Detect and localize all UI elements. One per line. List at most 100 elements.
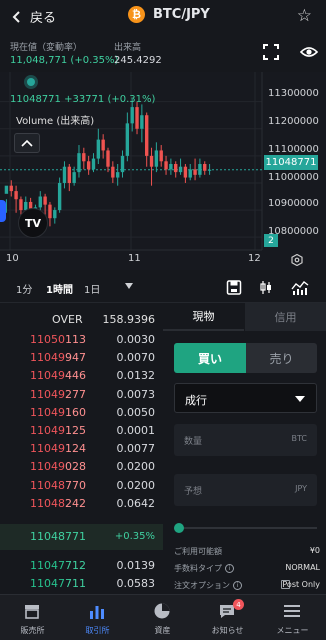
candle-style-icon[interactable] <box>258 280 274 295</box>
settings-icon[interactable] <box>291 254 303 266</box>
timeframe-1m[interactable]: 1分 <box>16 281 32 296</box>
volume-label: 出来高 <box>114 43 142 53</box>
ask-price: 11049947 <box>30 351 86 364</box>
price-base: 11048 <box>30 496 65 510</box>
ask-row[interactable]: 11049124 0.0077 <box>0 442 163 458</box>
quantity-unit: BTC <box>291 434 308 443</box>
ask-price: 11049028 <box>30 460 86 473</box>
candle-body <box>57 182 62 211</box>
tab-spot[interactable]: 現物 <box>163 303 244 331</box>
ask-row[interactable]: 11049125 0.0001 <box>0 424 163 440</box>
ask-price: 11048770 <box>30 479 86 492</box>
candle-body <box>53 210 57 219</box>
ask-row[interactable]: 11049277 0.0073 <box>0 388 163 404</box>
mid-price-row[interactable]: 11048771 +0.35% <box>0 524 163 550</box>
pair-title: ₿ BTC/JPY <box>128 6 210 23</box>
y-tick-label: 11200000 <box>268 116 319 127</box>
candle-body <box>130 107 134 124</box>
fee-row: 手数料タイプ i NORMAL <box>174 563 320 577</box>
bid-quantity: 0.0583 <box>116 577 156 591</box>
tab-margin[interactable]: 信用 <box>245 303 326 331</box>
save-icon[interactable] <box>226 280 242 295</box>
y-tick-label: 11300000 <box>268 88 319 99</box>
bid-row[interactable]: 11047712 0.0139 <box>0 559 163 575</box>
quantity-field[interactable]: 数量 BTC <box>174 424 317 456</box>
order-type-select[interactable]: 成行 <box>174 383 317 413</box>
x-tick-label: 12 <box>248 253 261 264</box>
fee-value: NORMAL <box>285 563 320 572</box>
amount-slider[interactable] <box>174 523 317 533</box>
candle-body <box>72 172 76 183</box>
candle-body <box>77 153 81 173</box>
nav-store[interactable]: 販売所 <box>0 595 65 640</box>
candle-body <box>86 161 91 170</box>
chevron-down-icon[interactable] <box>125 283 133 289</box>
collapse-indicator-button[interactable] <box>14 133 40 153</box>
eye-icon[interactable] <box>300 44 318 60</box>
timeframe-bar: 1分 1時間 1日 <box>0 276 326 300</box>
y-tick-label: 11000000 <box>268 172 319 183</box>
candle-body <box>174 164 178 173</box>
candle-body <box>67 166 71 183</box>
post-only-label: Post Only <box>282 580 320 589</box>
order-panel: 現物 信用 買い 売り 成行 数量 BTC 予想 JPY ご利用可能額 ¥0 手… <box>163 303 326 594</box>
ask-price: 11050113 <box>30 333 86 346</box>
nav-label: 販売所 <box>20 626 45 635</box>
price-base: 11049 <box>30 424 65 437</box>
indicators-icon[interactable] <box>291 280 309 295</box>
timeframe-1d[interactable]: 1日 <box>84 281 100 296</box>
star-icon[interactable]: ☆ <box>297 6 312 26</box>
ask-row[interactable]: 11048770 0.0200 <box>0 479 163 495</box>
candle-body <box>62 166 67 183</box>
nav-menu[interactable]: メニュー <box>260 595 325 640</box>
bid-price: 11047711 <box>30 577 86 590</box>
ask-row[interactable]: 11049446 0.0132 <box>0 369 163 385</box>
candle-body <box>125 123 130 156</box>
count-tag: 2 <box>264 234 278 247</box>
ask-row[interactable]: 11049028 0.0200 <box>0 460 163 476</box>
back-button[interactable]: 戻る <box>10 7 56 26</box>
y-tick-label: 11100000 <box>268 144 319 155</box>
candle-body <box>96 139 101 159</box>
order-book: OVER 158.9396 11050113 0.0030 11049947 0.00… <box>0 305 163 594</box>
order-tabs: 現物 信用 <box>163 303 326 331</box>
tradingview-logo: TV <box>18 208 48 238</box>
candle-body <box>106 150 110 167</box>
ask-row[interactable]: 11049160 0.0050 <box>0 406 163 422</box>
chevron-up-icon <box>21 139 33 147</box>
timeframe-1h[interactable]: 1時間 <box>46 281 73 296</box>
nav-exchange[interactable]: 取引所 <box>65 595 130 640</box>
estimate-placeholder: 予想 <box>184 487 203 497</box>
options-row: 注文オプション i Post Only <box>174 580 320 594</box>
price-base: 11050 <box>30 333 65 346</box>
info-icon[interactable]: i <box>225 564 234 573</box>
candle-body <box>43 196 47 205</box>
fee-label: 手数料タイプ <box>174 564 222 573</box>
ask-row[interactable]: 11049947 0.0070 <box>0 351 163 367</box>
slider-handle[interactable] <box>174 523 184 533</box>
candle-body <box>178 166 183 173</box>
price-tail: 711 <box>65 577 86 591</box>
estimate-field[interactable]: 予想 JPY <box>174 474 317 506</box>
sell-button[interactable]: 売り <box>246 343 317 373</box>
ask-row[interactable]: 11048242 0.0642 <box>0 497 163 513</box>
buy-button[interactable]: 買い <box>174 343 246 373</box>
options-label: 注文オプション <box>174 581 230 590</box>
ask-quantity: 0.0200 <box>116 460 156 474</box>
ask-row[interactable]: 11050113 0.0030 <box>0 333 163 349</box>
fullscreen-icon[interactable] <box>263 44 279 60</box>
ask-quantity: 0.0077 <box>116 442 156 456</box>
ask-quantity: 0.0200 <box>116 478 156 492</box>
nav-news[interactable]: 4 お知らせ <box>195 595 260 640</box>
info-icon[interactable]: i <box>233 581 242 590</box>
price-tail: 770 <box>65 478 86 492</box>
candle-body <box>135 107 139 129</box>
chart-scroll-handle[interactable] <box>0 200 6 222</box>
candle-body <box>38 196 42 208</box>
nav-label: 取引所 <box>85 626 110 635</box>
notification-badge: 4 <box>233 599 244 610</box>
price-base: 11049 <box>30 460 65 474</box>
nav-assets[interactable]: 資産 <box>130 595 195 640</box>
bid-row[interactable]: 11047711 0.0583 <box>0 577 163 593</box>
price-tail: 124 <box>65 442 86 456</box>
